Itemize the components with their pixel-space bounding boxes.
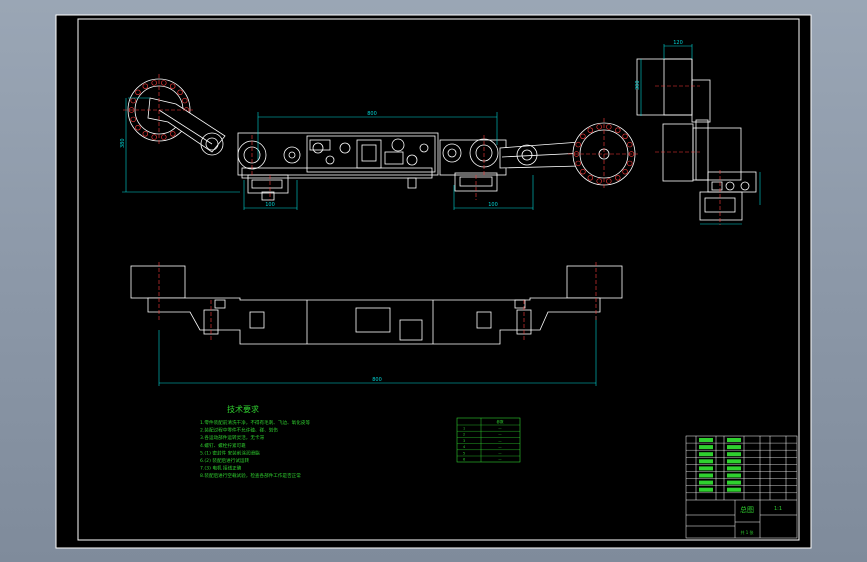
title-block-cell (727, 480, 741, 485)
title-block-cell (699, 452, 713, 457)
title-block-cell (699, 438, 713, 442)
central-body (237, 132, 439, 176)
dim-front-overall: 800 (372, 377, 382, 383)
param-row-index: 1 (463, 427, 465, 431)
title-block-cell (727, 487, 741, 492)
title-block-name: 总图 (740, 505, 754, 514)
dim-side-height: 300 (635, 80, 641, 90)
title-block-cell (727, 459, 741, 464)
dim-right-base: 100 (488, 202, 498, 208)
assembly-drawing-sheet: 800 380 100 100 120 300 800 技术要求 1.零件装配前… (55, 14, 812, 549)
title-block-cell (699, 466, 713, 471)
title-block-sheet: 共 1 张 (740, 529, 753, 535)
title-block-cell (727, 466, 741, 471)
note-line: 2.装配过程中零件不允许磕、碰、划伤 (200, 427, 278, 434)
note-line: 5.(1) 密封件 安装前涂润滑脂 (200, 449, 260, 456)
note-line: 1.零件装配前清洗干净，不得有毛刺、飞边、氧化皮等 (200, 419, 310, 426)
title-block (685, 435, 798, 539)
dim-top-width: 800 (367, 111, 377, 117)
param-row-index: 6 (463, 458, 465, 462)
title-block-cell (727, 452, 741, 457)
param-row-index: 5 (463, 451, 465, 455)
title-block-cell (727, 473, 741, 478)
title-block-cell (699, 480, 713, 485)
note-line: 4.螺钉、螺栓拧紧可靠 (200, 442, 246, 449)
title-block-scale: 1:1 (774, 506, 782, 512)
title-block-cell (699, 445, 713, 450)
note-line: 7.(3) 电机 接线正确 (200, 465, 242, 472)
cad-viewport[interactable]: 800 380 100 100 120 300 800 技术要求 1.零件装配前… (0, 0, 867, 562)
title-block-cell (699, 473, 713, 478)
parameter-table: 参数1 —2 —3 —4 —5 —6— (456, 417, 521, 463)
title-block-cell (727, 438, 741, 442)
title-block-cell (699, 487, 713, 492)
param-row-index: 3 (463, 439, 465, 443)
title-block-cell (699, 459, 713, 464)
param-row-index: 2 (463, 433, 465, 437)
param-header: 参数 (496, 419, 504, 424)
title-block-cell (727, 445, 741, 450)
notes-heading: 技术要求 (227, 404, 259, 414)
dim-left-base: 100 (265, 202, 275, 208)
dim-top-height: 380 (120, 138, 126, 148)
note-line: 8.装配后进行空载试验，检查各部件工作是否正常 (200, 472, 301, 479)
note-line: 6.(2) 装配后进行试运转 (200, 457, 250, 464)
dim-side-width: 120 (673, 40, 683, 46)
param-row-index: 4 (463, 445, 465, 449)
note-line: 3.各运动部件运转灵活，无卡滞 (200, 434, 265, 441)
